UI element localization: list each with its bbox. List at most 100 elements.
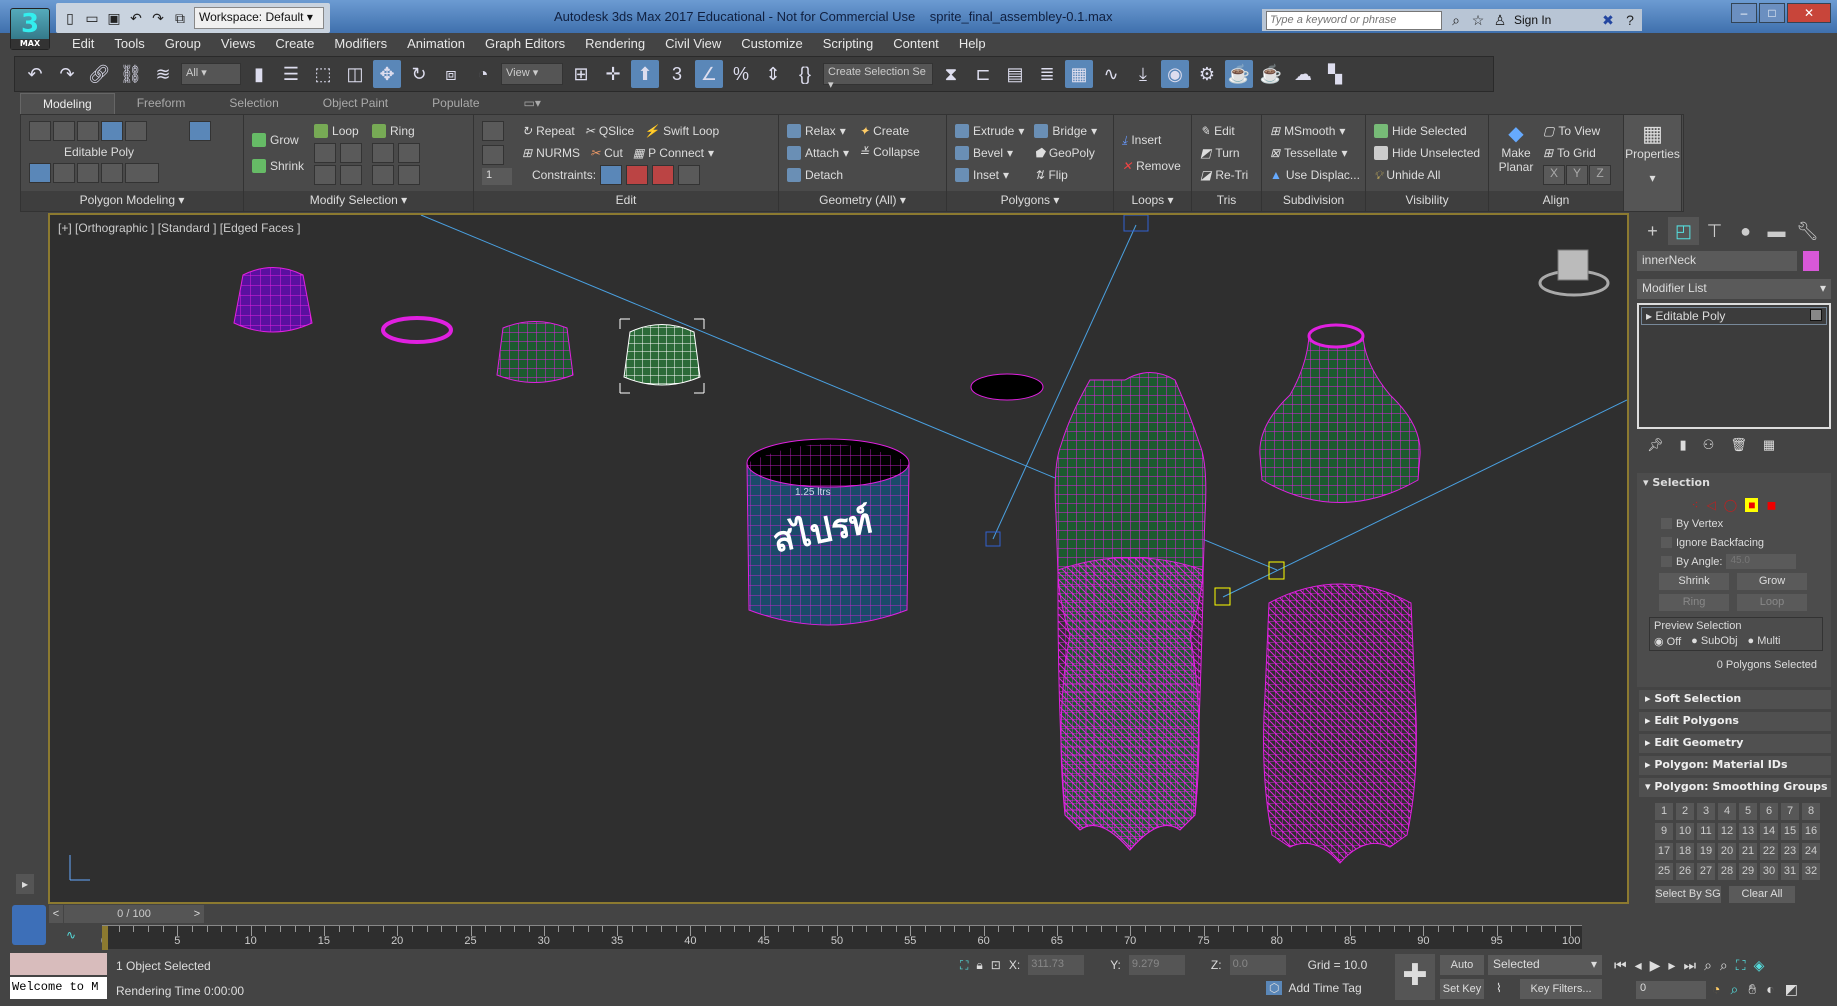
key-filters-button[interactable]: Key Filters... [1520, 979, 1602, 999]
save-icon[interactable]: ▣ [106, 10, 122, 26]
repeat-button[interactable]: ↻ Repeat [522, 121, 575, 141]
scene-explorer-icon[interactable]: ▤ [1001, 60, 1029, 88]
ribbon-toggle-icon[interactable]: ▦ [1065, 60, 1093, 88]
loop-button[interactable]: Loop [314, 121, 362, 141]
z-coordinate-field[interactable]: 0.0 [1229, 955, 1286, 975]
smoothing-group-button[interactable]: 25 [1655, 863, 1673, 880]
create-button[interactable]: ✦ Create [859, 121, 920, 141]
mirror-icon[interactable]: ⧗ [937, 60, 965, 88]
loop-mode-button[interactable] [314, 165, 337, 185]
menu-edit[interactable]: Edit [62, 33, 104, 55]
detach-button[interactable]: Detach [787, 165, 849, 185]
user-icon[interactable]: ♙ [1492, 12, 1508, 28]
edit-named-selection-icon[interactable]: {} [791, 60, 819, 88]
menu-graph-editors[interactable]: Graph Editors [475, 33, 575, 55]
key-tangent-icon[interactable]: ⌇ [1496, 981, 1502, 995]
grow-loop-button[interactable] [314, 143, 337, 163]
material-editor-icon[interactable]: ◉ [1161, 60, 1189, 88]
keyboard-shortcut-icon[interactable]: ⬆ [631, 60, 659, 88]
rotate-icon[interactable]: ↻ [405, 60, 433, 88]
zoom-extents-icon[interactable]: ⛶ [1736, 957, 1746, 974]
set-key-button[interactable]: Set Key [1440, 979, 1484, 999]
layer-explorer-icon[interactable]: ≣ [1033, 60, 1061, 88]
panel-label[interactable]: Polygons ▾ [947, 191, 1113, 211]
maxscript-listener-pink[interactable] [10, 953, 107, 975]
display-tab[interactable]: ▬ [1761, 217, 1792, 245]
tab-populate[interactable]: Populate [410, 93, 501, 114]
panel-label[interactable]: Loops ▾ [1114, 191, 1191, 211]
shrink-button[interactable]: Shrink [1659, 573, 1729, 590]
light-target-marker[interactable] [1214, 587, 1231, 606]
spinner-snap-icon[interactable]: ⇕ [759, 60, 787, 88]
named-selection-dropdown[interactable]: Create Selection Se ▾ [823, 63, 933, 91]
lock-selection-icon[interactable]: 🔒︎ [976, 958, 982, 973]
shrink-loop-button[interactable] [340, 143, 363, 163]
smoothing-group-button[interactable]: 4 [1718, 803, 1736, 820]
menu-civil-view[interactable]: Civil View [655, 33, 731, 55]
undo-icon[interactable]: ↶ [21, 60, 49, 88]
menu-create[interactable]: Create [265, 33, 324, 55]
tessellate-button[interactable]: ⊠ Tessellate ▾ [1270, 143, 1360, 163]
help-icon[interactable]: ? [1622, 12, 1638, 28]
border-subobject-icon[interactable]: ◯ [1724, 498, 1737, 512]
edge-mode-button[interactable] [53, 121, 75, 141]
panel-label[interactable]: Geometry (All) ▾ [779, 191, 946, 211]
smoothing-group-button[interactable]: 1 [1655, 803, 1673, 820]
smoothing-group-button[interactable]: 16 [1802, 823, 1820, 840]
unhide-all-button[interactable]: 💡︎ Unhide All [1374, 165, 1480, 185]
project-icon[interactable]: ⧉ [172, 10, 188, 26]
tab-selection[interactable]: Selection [207, 93, 300, 114]
previous-frame-icon[interactable]: ◂ [1635, 957, 1642, 974]
dot-loop-button[interactable] [340, 165, 363, 185]
bottle-bottom-disc[interactable] [970, 373, 1044, 401]
by-angle-checkbox[interactable]: By Angle: 45.0 [1661, 554, 1831, 569]
smoothing-groups-rollout-header[interactable]: ▾ Polygon: Smoothing Groups [1639, 778, 1831, 797]
rollout-edit-geometry[interactable]: ▸ Edit Geometry [1639, 734, 1831, 753]
select-by-name-icon[interactable]: ☰ [277, 60, 305, 88]
smoothing-group-button[interactable]: 12 [1718, 823, 1736, 840]
element-subobject-icon[interactable]: ◼ [1766, 498, 1776, 512]
by-angle-button[interactable] [101, 163, 123, 183]
preserve-uvs-button[interactable] [189, 121, 211, 141]
track-bar[interactable]: 0510152025303540455055606570758085909510… [101, 925, 1582, 950]
align-y-button[interactable]: Y [1566, 165, 1588, 185]
zoom-extents-all-icon[interactable]: ◈ [1754, 957, 1765, 974]
render-cloud-icon[interactable]: ☁ [1289, 60, 1317, 88]
preserve-uv-button[interactable] [482, 121, 504, 141]
tab-object-paint[interactable]: Object Paint [301, 93, 410, 114]
smoothing-group-button[interactable]: 9 [1655, 823, 1673, 840]
bridge-button[interactable]: Bridge ▾ [1034, 121, 1097, 141]
zoom-icon[interactable]: ⌕ [1704, 957, 1712, 974]
panel-label[interactable]: Subdivision [1262, 191, 1365, 211]
grow-button[interactable]: Grow [1737, 573, 1807, 590]
smoothing-group-button[interactable]: 11 [1697, 823, 1715, 840]
menu-views[interactable]: Views [211, 33, 265, 55]
relax-button[interactable]: Relax ▾ [787, 121, 849, 141]
smoothing-group-button[interactable]: 23 [1781, 843, 1799, 860]
to-view-button[interactable]: ▢ To View [1543, 121, 1611, 141]
bottle-bottom-mesh-right[interactable] [1263, 583, 1417, 864]
curve-editor-icon[interactable]: ∿ [66, 928, 76, 942]
manipulate-icon[interactable]: ✛ [599, 60, 627, 88]
turn-button[interactable]: ◩ Turn [1200, 143, 1248, 163]
add-time-tag-icon[interactable]: ⬡ [1266, 981, 1283, 995]
smoothing-group-button[interactable]: 6 [1760, 803, 1778, 820]
play-icon[interactable]: ▶ [1650, 957, 1661, 974]
hierarchy-tab[interactable]: ⊤ [1699, 217, 1730, 245]
grow-ring-button[interactable] [372, 143, 395, 163]
rendered-frame-icon[interactable]: ☕ [1225, 60, 1253, 88]
maximize-button[interactable]: □ [1759, 3, 1785, 23]
smoothing-group-button[interactable]: 21 [1739, 843, 1757, 860]
align-x-button[interactable]: X [1543, 165, 1565, 185]
key-mode-dropdown[interactable]: Selected ▾ [1488, 955, 1602, 975]
rect-selection-icon[interactable]: ⬚ [309, 60, 337, 88]
geopoly-button[interactable]: ⬟ GeoPoly [1034, 143, 1097, 163]
maxscript-mini-listener[interactable]: Welcome to M [10, 977, 107, 999]
go-to-start-icon[interactable]: ⏮ [1614, 957, 1627, 974]
edit-tri-button[interactable]: ✎ Edit [1200, 121, 1248, 141]
binoculars-icon[interactable]: ⌕ [1448, 12, 1464, 28]
workspace-dropdown[interactable]: Workspace: Default ▾ [194, 7, 324, 29]
element-mode-button[interactable] [125, 121, 147, 141]
render-gallery-icon[interactable]: ▚ [1321, 60, 1349, 88]
viewcube[interactable] [1538, 249, 1610, 297]
